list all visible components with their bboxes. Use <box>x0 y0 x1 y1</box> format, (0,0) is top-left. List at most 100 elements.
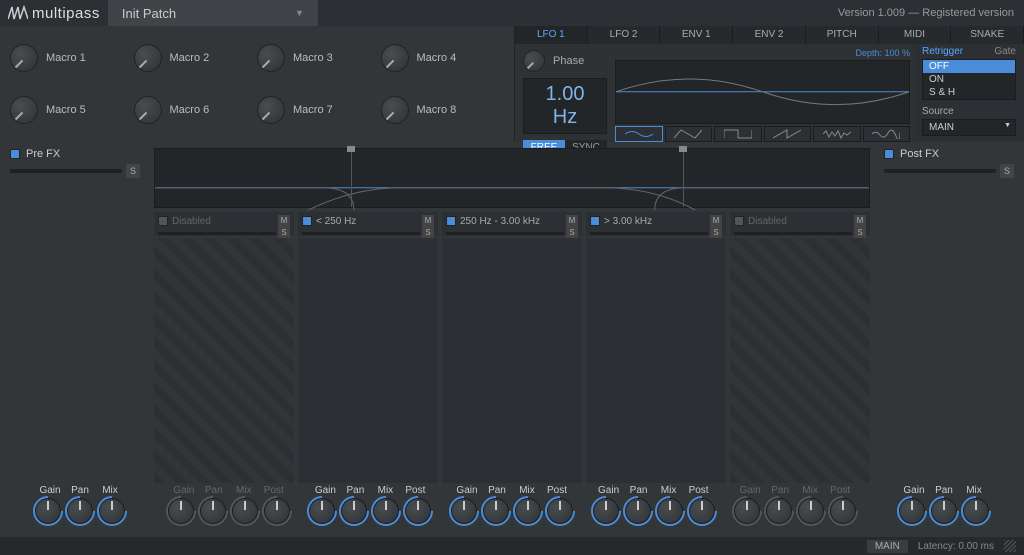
app-name: multipass <box>32 5 100 22</box>
postfx-enable[interactable] <box>884 149 894 159</box>
band-slots[interactable] <box>442 238 582 483</box>
wave-square[interactable] <box>714 126 762 142</box>
prefx-solo[interactable]: S <box>126 164 140 178</box>
pan-knob[interactable] <box>766 498 792 524</box>
lfo-display[interactable] <box>615 60 910 124</box>
tab-lfo2[interactable]: LFO 2 <box>588 26 661 44</box>
macro-knob[interactable] <box>134 44 162 72</box>
tab-env2[interactable]: ENV 2 <box>733 26 806 44</box>
mix-knob[interactable] <box>657 498 683 524</box>
band-enable[interactable] <box>158 216 168 226</box>
postfx-solo[interactable]: S <box>1000 164 1014 178</box>
post-knob[interactable] <box>405 498 431 524</box>
prefx-slots[interactable] <box>10 184 140 464</box>
tab-env1[interactable]: ENV 1 <box>660 26 733 44</box>
pan-knob[interactable] <box>483 498 509 524</box>
mix-knob[interactable] <box>99 498 125 524</box>
band-slots[interactable] <box>154 238 294 483</box>
tab-snake[interactable]: SNAKE <box>951 26 1024 44</box>
postfx-slots[interactable] <box>884 184 1014 464</box>
gate-label[interactable]: Gate <box>994 46 1016 57</box>
macro-knob[interactable] <box>381 96 409 124</box>
crossover-handle-2[interactable] <box>683 149 684 207</box>
band-mute[interactable]: M <box>854 215 866 227</box>
wave-noise[interactable] <box>813 126 861 142</box>
post-knob[interactable] <box>689 498 715 524</box>
phase-knob[interactable] <box>523 50 545 72</box>
pan-knob[interactable] <box>200 498 226 524</box>
band-mute[interactable]: M <box>710 215 722 227</box>
band-slots[interactable] <box>730 238 870 483</box>
macro-knob[interactable] <box>381 44 409 72</box>
lfo-frequency[interactable]: 1.00 Hz <box>523 78 607 134</box>
post-knob[interactable] <box>830 498 856 524</box>
pan-knob[interactable] <box>67 498 93 524</box>
title-bar: multipass Init Patch Version 1.009 — Reg… <box>0 0 1024 26</box>
waveform-selector <box>615 126 910 142</box>
band-mute[interactable]: M <box>566 215 578 227</box>
pan-knob[interactable] <box>341 498 367 524</box>
macro-knob[interactable] <box>134 96 162 124</box>
pan-knob[interactable] <box>931 498 957 524</box>
macro-knob[interactable] <box>257 44 285 72</box>
macro-knob[interactable] <box>257 96 285 124</box>
wave-smooth-noise[interactable] <box>863 126 911 142</box>
crossover-handle-1[interactable] <box>351 149 352 207</box>
prefx-label: Pre FX <box>26 148 60 160</box>
band-enable[interactable] <box>734 216 744 226</box>
band-enable[interactable] <box>446 216 456 226</box>
crossover-curves <box>155 149 869 210</box>
latency-readout: Latency: 0.00 ms <box>918 541 994 552</box>
band-mute[interactable]: M <box>278 215 290 227</box>
retrigger-sh[interactable]: S & H <box>923 86 1015 99</box>
crossover-graph[interactable] <box>154 148 870 208</box>
post-knob[interactable] <box>547 498 573 524</box>
source-dropdown[interactable]: MAIN <box>922 119 1016 136</box>
macro-knob[interactable] <box>10 96 38 124</box>
gain-knob[interactable] <box>593 498 619 524</box>
lfo-waveform <box>616 61 909 123</box>
retrigger-menu: OFF ON S & H <box>922 59 1016 100</box>
tab-midi[interactable]: MIDI <box>879 26 952 44</box>
postfx-panel: Post FX S <box>874 148 1024 483</box>
patch-dropdown[interactable]: Init Patch <box>108 0 318 26</box>
macro-4: Macro 4 <box>381 32 505 84</box>
gain-knob[interactable] <box>35 498 61 524</box>
band-slots[interactable] <box>298 238 438 483</box>
macro-3: Macro 3 <box>257 32 381 84</box>
resize-handle[interactable] <box>1004 540 1016 552</box>
retrigger-off[interactable]: OFF <box>923 60 1015 73</box>
post-knob[interactable] <box>264 498 290 524</box>
macro-knob[interactable] <box>10 44 38 72</box>
band-mute[interactable]: M <box>422 215 434 227</box>
mix-knob[interactable] <box>515 498 541 524</box>
prefx-panel: Pre FX S <box>0 148 150 483</box>
band-meter <box>734 232 852 235</box>
tab-lfo1[interactable]: LFO 1 <box>515 26 588 44</box>
retrigger-on[interactable]: ON <box>923 73 1015 86</box>
mix-knob[interactable] <box>373 498 399 524</box>
macro-8: Macro 8 <box>381 84 505 136</box>
mix-knob[interactable] <box>963 498 989 524</box>
gain-knob[interactable] <box>451 498 477 524</box>
main-output-button[interactable]: MAIN <box>867 540 908 553</box>
wave-saw[interactable] <box>764 126 812 142</box>
wave-sine[interactable] <box>615 126 663 142</box>
tab-pitch[interactable]: PITCH <box>806 26 879 44</box>
gain-knob[interactable] <box>168 498 194 524</box>
prefx-enable[interactable] <box>10 149 20 159</box>
band-enable[interactable] <box>302 216 312 226</box>
band-enable[interactable] <box>590 216 600 226</box>
pan-knob[interactable] <box>625 498 651 524</box>
gain-knob[interactable] <box>899 498 925 524</box>
macro-7: Macro 7 <box>257 84 381 136</box>
gain-knob[interactable] <box>734 498 760 524</box>
gain-knob[interactable] <box>309 498 335 524</box>
mix-knob[interactable] <box>798 498 824 524</box>
mix-knob[interactable] <box>232 498 258 524</box>
band-3: 250 Hz - 3.00 kHzM S <box>442 212 582 483</box>
depth-label[interactable]: Depth: 100 % <box>615 48 910 58</box>
wave-triangle[interactable] <box>665 126 713 142</box>
band-slots[interactable] <box>586 238 726 483</box>
macro-2: Macro 2 <box>134 32 258 84</box>
